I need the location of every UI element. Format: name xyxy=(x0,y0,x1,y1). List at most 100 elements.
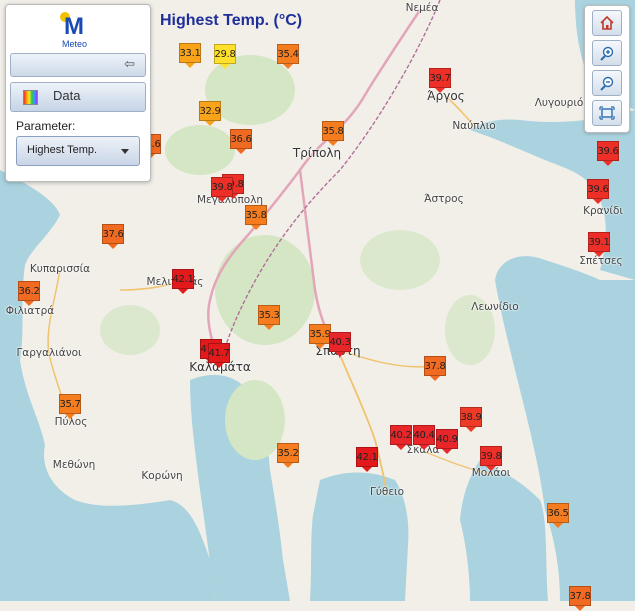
temperature-value: 42.1 xyxy=(172,269,194,289)
temperature-value: 38.9 xyxy=(460,407,482,427)
temperature-marker[interactable]: 37.8 xyxy=(424,356,446,381)
temperature-marker[interactable]: 33.1 xyxy=(179,43,201,68)
temperature-marker[interactable]: 42.1 xyxy=(356,447,378,472)
temperature-value: 35.3 xyxy=(258,305,280,325)
temperature-value: 37.8 xyxy=(569,586,591,606)
temperature-marker[interactable]: 35.4 xyxy=(277,44,299,69)
temperature-marker[interactable]: 29.8 xyxy=(214,44,236,69)
temperature-value: 35.8 xyxy=(322,121,344,141)
marker-pointer xyxy=(185,63,195,68)
temperature-value: 35.4 xyxy=(277,44,299,64)
temperature-marker[interactable]: 35.8 xyxy=(245,205,267,230)
place-label: Κυπαρισσία xyxy=(29,263,91,275)
zoom-out-icon xyxy=(600,76,614,91)
arrow-left-icon: ⇦ xyxy=(124,57,135,72)
home-icon xyxy=(600,15,614,30)
logo-mark: M xyxy=(64,13,84,40)
temperature-marker[interactable]: 35.2 xyxy=(277,443,299,468)
temperature-marker[interactable]: 40.2 xyxy=(390,425,412,450)
temperature-marker[interactable]: 39.8 xyxy=(211,177,233,202)
temperature-value: 36.6 xyxy=(230,129,252,149)
chevron-down-icon xyxy=(121,149,129,154)
palette-icon xyxy=(23,90,38,105)
temperature-marker[interactable]: 35.7 xyxy=(59,394,81,419)
marker-pointer xyxy=(553,523,563,528)
home-button[interactable] xyxy=(592,10,622,36)
marker-pointer xyxy=(205,121,215,126)
place-label: Άργος xyxy=(427,89,465,103)
place-label: Τρίπολη xyxy=(292,146,342,160)
place-label: Λεωνίδιο xyxy=(471,301,519,313)
marker-pointer xyxy=(328,141,338,146)
temperature-value: 39.6 xyxy=(597,141,619,161)
zoom-extent-icon xyxy=(599,106,615,120)
temperature-value: 33.1 xyxy=(179,43,201,63)
marker-pointer xyxy=(264,325,274,330)
temperature-marker[interactable]: 42.1 xyxy=(172,269,194,294)
temperature-value: 36.5 xyxy=(547,503,569,523)
temperature-marker[interactable]: 41.7 xyxy=(208,343,230,368)
zoom-extent-button[interactable] xyxy=(592,100,622,126)
temperature-value: 39.1 xyxy=(588,232,610,252)
temperature-marker[interactable]: 36.6 xyxy=(230,129,252,154)
temperature-marker[interactable]: 39.6 xyxy=(597,141,619,166)
map-title: Highest Temp. (°C) xyxy=(160,12,303,29)
temperature-value: 39.8 xyxy=(211,177,233,197)
temperature-value: 35.9 xyxy=(309,324,331,344)
temperature-value: 42.1 xyxy=(356,447,378,467)
marker-pointer xyxy=(362,467,372,472)
temperature-marker[interactable]: 39.8 xyxy=(480,446,502,471)
temperature-value: 40.2 xyxy=(390,425,412,445)
marker-pointer xyxy=(315,344,325,349)
place-label: Ναύπλιο xyxy=(452,120,496,132)
place-label: Γαργαλιάνοι xyxy=(16,347,82,359)
temperature-value: 36.2 xyxy=(18,281,40,301)
temperature-marker[interactable]: 39.6 xyxy=(587,179,609,204)
temperature-value: 35.8 xyxy=(245,205,267,225)
temperature-marker[interactable]: 32.9 xyxy=(199,101,221,126)
marker-pointer xyxy=(251,225,261,230)
marker-pointer xyxy=(594,252,604,257)
parameter-select-value: Highest Temp. xyxy=(27,144,98,156)
zoom-in-icon xyxy=(600,46,614,61)
temperature-value: 37.8 xyxy=(424,356,446,376)
temperature-value: 39.6 xyxy=(587,179,609,199)
temperature-marker[interactable]: 39.1 xyxy=(588,232,610,257)
zoom-out-button[interactable] xyxy=(592,70,622,96)
parameter-label: Parameter: xyxy=(16,119,76,133)
marker-pointer xyxy=(430,376,440,381)
temperature-marker[interactable]: 40.4 xyxy=(413,425,435,450)
temperature-marker[interactable]: 36.5 xyxy=(547,503,569,528)
marker-pointer xyxy=(283,463,293,468)
marker-pointer xyxy=(466,427,476,432)
temperature-value: 40.3 xyxy=(329,332,351,352)
marker-pointer xyxy=(108,244,118,249)
marker-pointer xyxy=(575,606,585,611)
temperature-marker[interactable]: 40.3 xyxy=(329,332,351,357)
temperature-value: 35.7 xyxy=(59,394,81,414)
temperature-value: 35.2 xyxy=(277,443,299,463)
map-toolbar xyxy=(584,5,630,133)
temperature-marker[interactable]: 35.9 xyxy=(309,324,331,349)
zoom-in-button[interactable] xyxy=(592,40,622,66)
marker-pointer xyxy=(419,445,429,450)
marker-pointer xyxy=(335,352,345,357)
collapse-panel-button[interactable]: ⇦ xyxy=(10,53,146,77)
temperature-marker[interactable]: 38.9 xyxy=(460,407,482,432)
data-button[interactable]: Data xyxy=(10,82,146,112)
temperature-marker[interactable]: 35.3 xyxy=(258,305,280,330)
marker-pointer xyxy=(486,466,496,471)
place-label: Λυγουριό xyxy=(534,97,584,109)
temperature-marker[interactable]: 37.8 xyxy=(569,586,591,611)
temperature-marker[interactable]: 39.7 xyxy=(429,68,451,93)
place-label: Κορώνη xyxy=(141,470,183,482)
temperature-marker[interactable]: 36.2 xyxy=(18,281,40,306)
temperature-marker[interactable]: 37.6 xyxy=(102,224,124,249)
marker-pointer xyxy=(217,197,227,202)
marker-pointer xyxy=(593,199,603,204)
marker-pointer xyxy=(24,301,34,306)
temperature-marker[interactable]: 35.8 xyxy=(322,121,344,146)
marker-pointer xyxy=(603,161,613,166)
parameter-select[interactable]: Highest Temp. xyxy=(16,136,140,166)
temperature-marker[interactable]: 40.9 xyxy=(436,429,458,454)
